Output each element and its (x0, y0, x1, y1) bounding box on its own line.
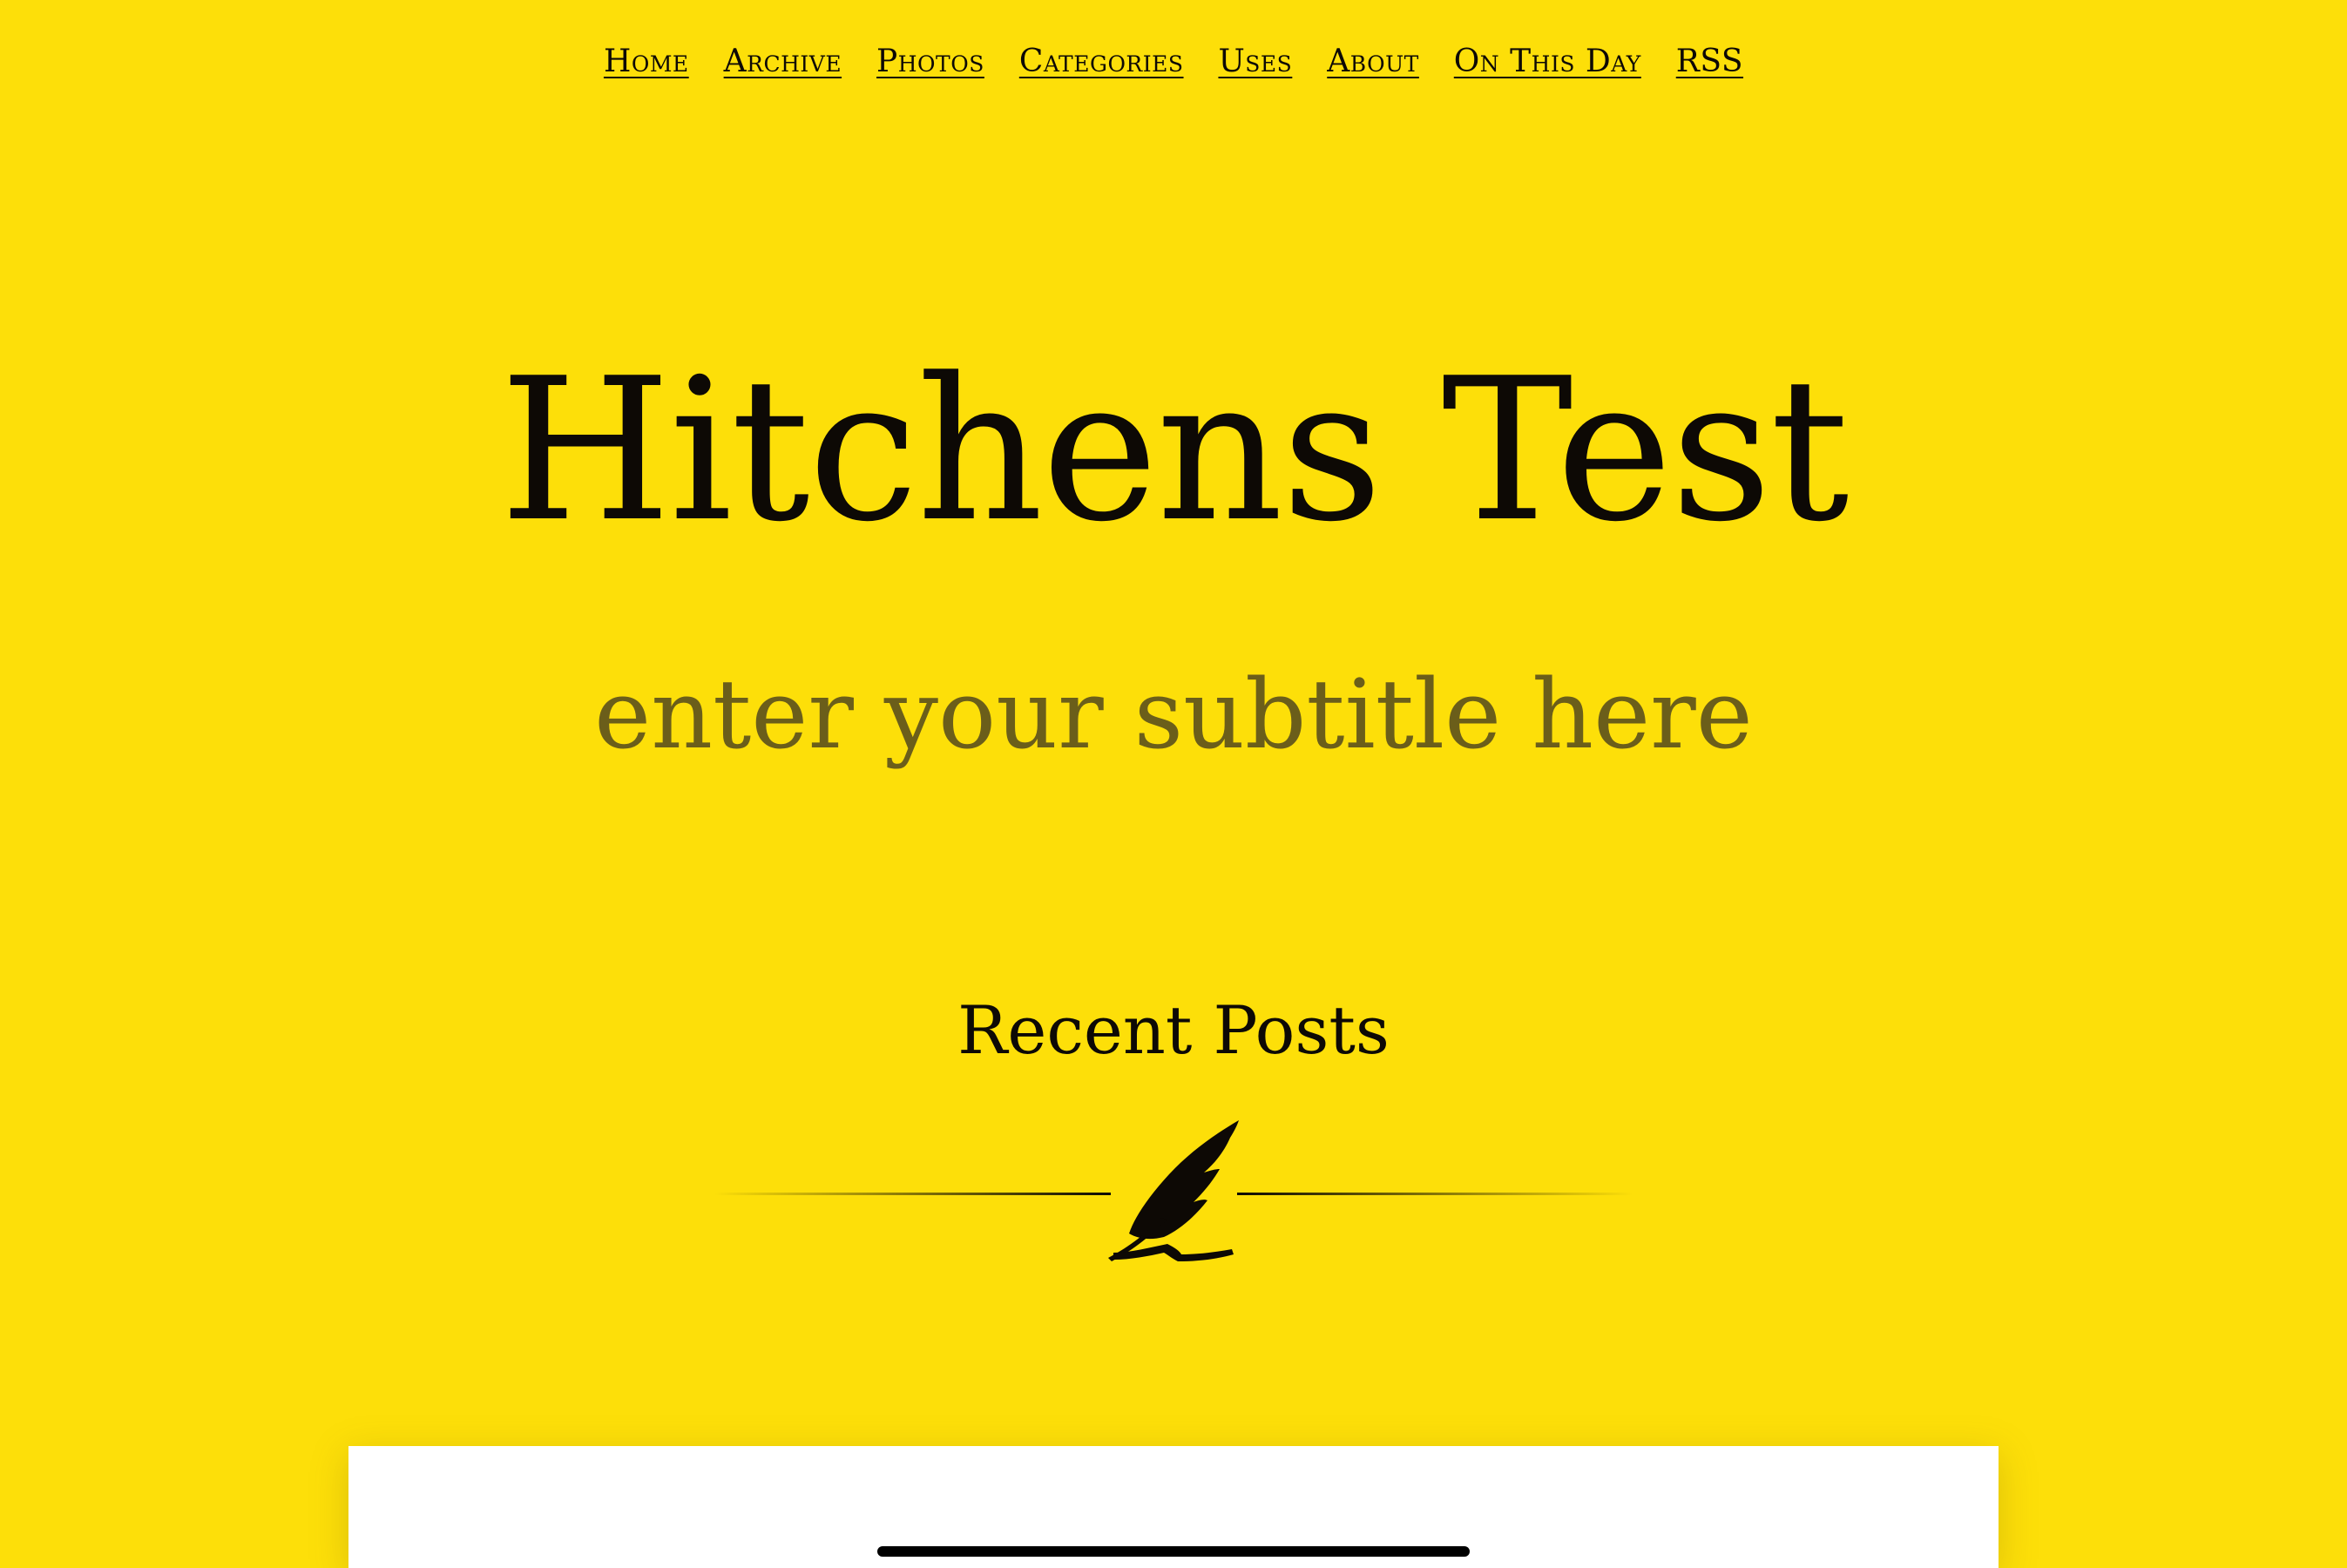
nav-link-about[interactable]: About (1327, 44, 1419, 79)
section-divider-graphic (714, 1120, 1633, 1261)
divider-line-right (1237, 1193, 1633, 1195)
nav-link-uses[interactable]: Uses (1218, 44, 1292, 79)
nav-link-rss[interactable]: RSS (1676, 44, 1743, 79)
home-indicator-bar[interactable] (877, 1546, 1470, 1557)
nav-link-categories[interactable]: Categories (1019, 44, 1184, 79)
page: Home Archive Photos Categories Uses Abou… (0, 0, 2347, 1568)
recent-posts-heading: Recent Posts (957, 991, 1390, 1069)
top-navigation: Home Archive Photos Categories Uses Abou… (0, 44, 2347, 79)
nav-link-archive[interactable]: Archive (724, 44, 842, 79)
site-title[interactable]: Hitchens Test (0, 353, 2347, 550)
nav-link-photos[interactable]: Photos (876, 44, 984, 79)
nav-link-on-this-day[interactable]: On This Day (1454, 44, 1641, 79)
quill-pen-icon (1108, 1120, 1239, 1261)
divider-line-left (714, 1193, 1111, 1195)
site-subtitle: enter your subtitle here (594, 659, 1753, 770)
nav-link-home[interactable]: Home (604, 44, 689, 79)
section-divider (714, 1115, 1633, 1272)
